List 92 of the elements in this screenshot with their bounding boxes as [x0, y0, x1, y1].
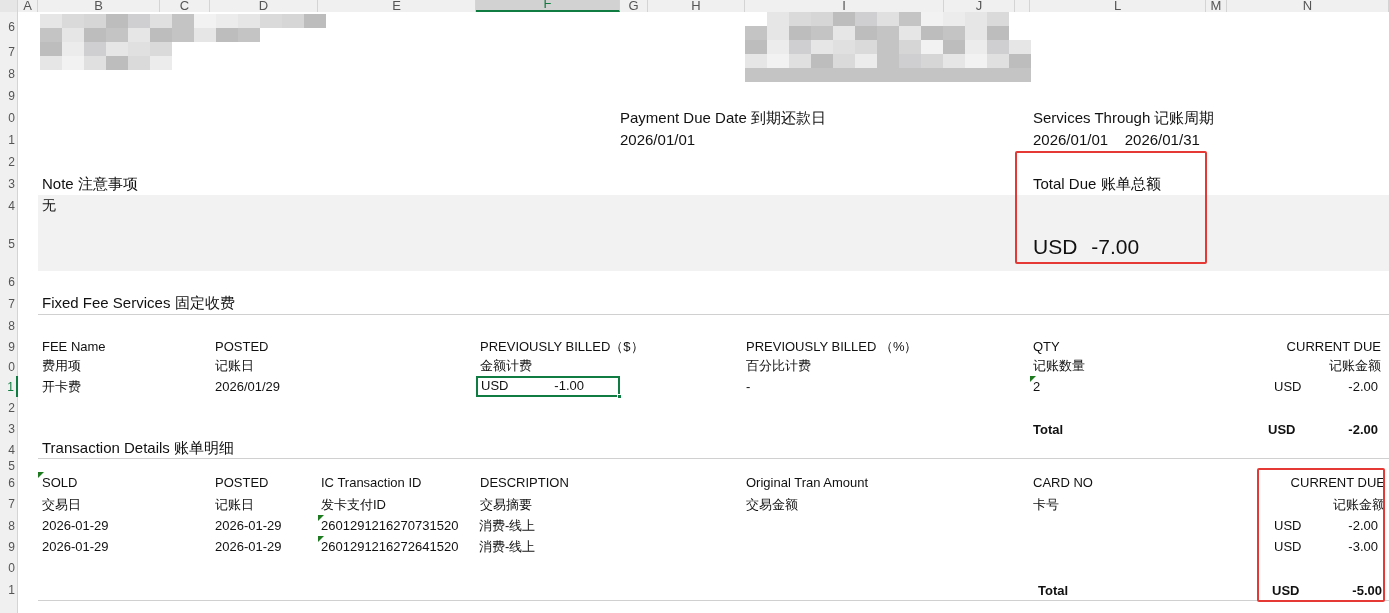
- total-amount: -2.00: [1348, 422, 1378, 438]
- column-heading: DESCRIPTION: [480, 475, 569, 492]
- row-header[interactable]: 9: [0, 85, 18, 107]
- row-header[interactable]: 2: [0, 397, 18, 418]
- row-header[interactable]: 6: [0, 271, 18, 293]
- currency-code: USD: [1033, 235, 1078, 259]
- table-cell: -3.00: [1348, 539, 1378, 555]
- column-subheading: 交易日: [42, 497, 81, 514]
- column-heading: FEE Name: [42, 339, 106, 356]
- table-cell: -1.00: [554, 378, 584, 394]
- row-header[interactable]: 2: [0, 151, 18, 173]
- row-header[interactable]: 3: [0, 418, 18, 440]
- column-subheading: 记账金额: [1329, 358, 1381, 375]
- total-label: Total: [1038, 583, 1069, 600]
- row-header[interactable]: 3: [0, 173, 18, 195]
- column-heading: QTY: [1033, 339, 1060, 356]
- column-heading: CARD NO: [1033, 475, 1093, 492]
- fill-handle[interactable]: [617, 394, 622, 399]
- payment-due-date: 2026/01/01: [620, 131, 696, 150]
- row-header[interactable]: 9: [0, 536, 18, 557]
- table-cell-text: 2: [1033, 379, 1041, 396]
- services-period: 2026/01/01 2026/01/31: [1033, 131, 1200, 150]
- row-header[interactable]: 8: [0, 315, 18, 337]
- note-label: Note 注意事项: [42, 175, 138, 194]
- column-heading: Original Tran Amount: [746, 475, 869, 492]
- column-heading: POSTED: [215, 475, 269, 492]
- note-text: 无: [41, 196, 56, 214]
- currency-code: USD: [1274, 539, 1302, 555]
- total-due-label: Total Due 账单总额: [1033, 175, 1161, 194]
- row-header[interactable]: 5: [0, 459, 18, 472]
- column-subheading: 记账数量: [1033, 358, 1085, 375]
- table-cell-text: 消费-线上: [479, 539, 536, 556]
- section-title: Transaction Details 账单明细: [42, 439, 234, 457]
- table-cell-text: 2026/01/29: [215, 379, 281, 396]
- table-cell-text: 2026-01-29: [215, 539, 282, 556]
- payment-due-label: Payment Due Date 到期还款日: [620, 109, 826, 128]
- row-header[interactable]: 7: [0, 41, 18, 63]
- row-header[interactable]: 0: [0, 357, 18, 376]
- total-amount: -5.00: [1352, 583, 1382, 599]
- currency-code: USD: [1272, 583, 1300, 599]
- row-header[interactable]: 6: [0, 12, 18, 41]
- column-heading: IC Transaction ID: [321, 475, 422, 492]
- column-subheading: 交易金额: [746, 497, 798, 514]
- table-cell-text: 2026-01-29: [42, 518, 109, 535]
- row-header[interactable]: 5: [0, 217, 18, 271]
- row-header[interactable]: 4: [0, 440, 18, 459]
- column-subheading: 卡号: [1033, 497, 1059, 514]
- column-heading: CURRENT DUE: [1286, 339, 1381, 356]
- row-header[interactable]: 6: [0, 472, 18, 493]
- table-cell-text: 消费-线上: [479, 518, 536, 535]
- row-header[interactable]: 8: [0, 515, 18, 536]
- table-cell-text: 2026-01-29: [215, 518, 282, 535]
- currency-code: USD: [1274, 379, 1302, 395]
- column-subheading: 百分比计费: [746, 358, 811, 375]
- row-header[interactable]: 7: [0, 293, 18, 315]
- column-subheading: 发卡支付ID: [321, 497, 386, 514]
- column-subheading: 费用项: [42, 358, 81, 375]
- total-label: Total: [1033, 422, 1064, 439]
- row-header[interactable]: 0: [0, 557, 18, 579]
- column-heading: SOLD: [42, 475, 78, 492]
- column-subheading: 记账日: [215, 497, 254, 514]
- row-header[interactable]: [0, 601, 18, 613]
- currency-code: USD: [1274, 518, 1302, 534]
- column-subheading: 金额计费: [480, 358, 532, 375]
- row-header[interactable]: 9: [0, 337, 18, 357]
- column-subheading: 交易摘要: [480, 497, 532, 514]
- table-cell-text: 2601291216270731520: [321, 518, 459, 535]
- row-header[interactable]: 1: [0, 129, 18, 151]
- currency-code: USD: [481, 378, 509, 394]
- row-header[interactable]: 8: [0, 63, 18, 85]
- table-cell: -2.00: [1348, 379, 1378, 395]
- row-header[interactable]: 7: [0, 493, 18, 515]
- currency-code: USD: [1268, 422, 1296, 438]
- column-heading: PREVIOUSLY BILLED （%）: [746, 339, 918, 356]
- table-cell-text: -: [746, 379, 751, 396]
- select-all-corner[interactable]: [0, 0, 18, 12]
- row-header[interactable]: 4: [0, 195, 18, 217]
- total-due-amount: -7.00: [1091, 235, 1140, 259]
- table-cell-text: 开卡费: [42, 379, 81, 396]
- selected-cell[interactable]: USD -1.00: [476, 376, 620, 397]
- column-heading: CURRENT DUE: [1290, 475, 1385, 492]
- table-cell: -2.00: [1348, 518, 1378, 534]
- row-header[interactable]: 0: [0, 107, 18, 129]
- row-header[interactable]: 1: [0, 579, 18, 601]
- column-heading: PREVIOUSLY BILLED（$）: [480, 339, 644, 356]
- section-title: Fixed Fee Services 固定收费: [42, 294, 235, 312]
- table-cell-text: 2601291216272641520: [321, 539, 459, 556]
- column-subheading: 记账日: [215, 358, 254, 375]
- table-cell-text: 2026-01-29: [42, 539, 109, 556]
- services-through-label: Services Through 记账周期: [1033, 109, 1215, 128]
- column-heading: POSTED: [215, 339, 269, 356]
- row-header[interactable]: 1: [0, 376, 18, 397]
